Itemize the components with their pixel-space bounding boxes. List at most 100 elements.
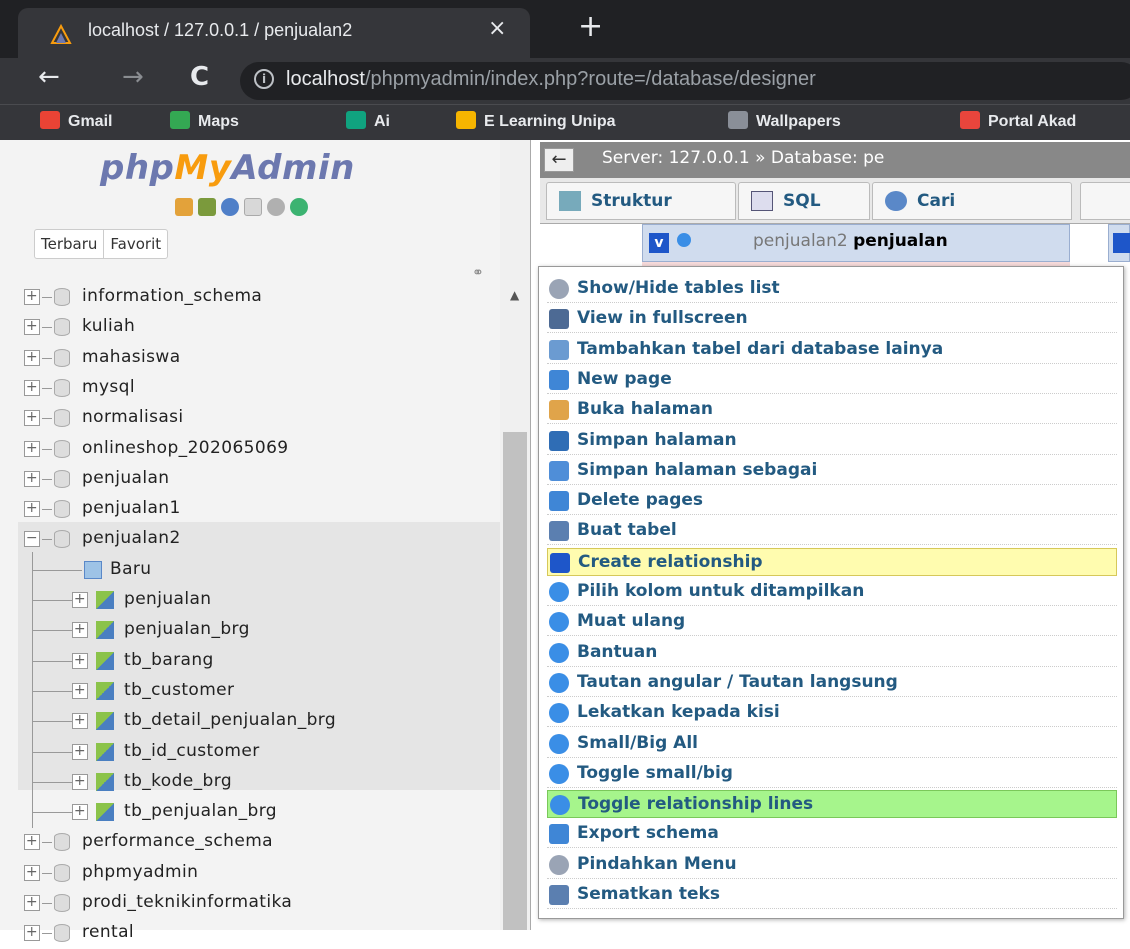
table-gear-icon[interactable] <box>677 233 691 247</box>
tree-db-performance_schema[interactable]: + performance_schema <box>0 828 500 858</box>
menu-item-small-big-all[interactable]: Small/Big All <box>547 730 1117 758</box>
table-toggle-button-2[interactable] <box>1113 233 1130 253</box>
menu-item-toggle-relationship-lines[interactable]: Toggle relationship lines <box>547 790 1117 819</box>
tree-db-penjualan2[interactable]: − penjualan2 <box>0 525 500 555</box>
tree-table-penjualan[interactable]: + penjualan <box>0 582 500 616</box>
menu-item-pindahkan-menu[interactable]: Pindahkan Menu <box>547 851 1117 879</box>
tree-db-normalisasi[interactable]: + normalisasi <box>0 404 500 434</box>
tree-table-tb_kode_brg[interactable]: + tb_kode_brg <box>0 763 500 798</box>
designer-table-header[interactable]: v penjualan2 penjualan <box>642 224 1070 262</box>
bookmark-gmail[interactable]: Gmail <box>40 111 112 135</box>
tab-sql[interactable]: SQL <box>738 182 870 220</box>
home-icon[interactable] <box>175 197 193 216</box>
menu-item-simpan-halaman[interactable]: Simpan halaman <box>547 427 1117 455</box>
menu-item-view-in-fullscreen[interactable]: View in fullscreen <box>547 305 1117 334</box>
expand-icon[interactable]: + <box>24 289 40 305</box>
tab-favorite[interactable]: Favorit <box>103 230 167 258</box>
menu-item-new-page[interactable]: New page <box>547 366 1117 394</box>
url-input[interactable]: i localhost/phpmyadmin/index.php?route=/… <box>240 62 1130 100</box>
tree-table-penjualan_brg[interactable]: + penjualan_brg <box>0 612 500 647</box>
tree-table-tb_penjualan_brg[interactable]: + tb_penjualan_brg <box>0 794 500 829</box>
tree-db-penjualan[interactable]: + penjualan <box>0 465 500 495</box>
tree-table-tb_barang[interactable]: + tb_barang <box>0 642 500 677</box>
menu-item-toggle-small-big[interactable]: Toggle small/big <box>547 760 1117 788</box>
tab-recent[interactable]: Terbaru <box>35 230 103 258</box>
db-name[interactable]: mysql <box>82 377 135 397</box>
new-table-link[interactable]: Baru <box>0 551 500 586</box>
expand-icon[interactable]: + <box>72 773 88 790</box>
table-name[interactable]: tb_detail_penjualan_brg <box>124 710 336 730</box>
reload-icon[interactable]: C <box>190 62 209 92</box>
tree-db-phpmyadmin[interactable]: + phpmyadmin <box>0 859 500 889</box>
link-with-main-icon[interactable]: ⚭ <box>472 265 484 281</box>
tree-db-kuliah[interactable]: + kuliah <box>0 313 500 343</box>
expand-icon[interactable]: + <box>24 349 40 366</box>
new-tab-button[interactable]: + <box>578 12 603 42</box>
tree-db-penjualan1[interactable]: + penjualan1 <box>0 495 500 525</box>
scroll-thumb[interactable] <box>503 432 527 930</box>
menu-item-muat-ulang[interactable]: Muat ulang <box>547 608 1117 637</box>
expand-icon[interactable]: + <box>24 864 40 881</box>
collapse-icon[interactable]: − <box>24 531 40 548</box>
table-name[interactable]: tb_customer <box>124 680 234 700</box>
bookmark-elearning[interactable]: E Learning Unipa <box>456 111 616 135</box>
menu-item-buat-tabel[interactable]: Buat tabel <box>547 517 1117 546</box>
db-name[interactable]: performance_schema <box>82 831 273 851</box>
expand-icon[interactable]: + <box>72 622 88 639</box>
menu-item-tautan-angular-tautan-langsung[interactable]: Tautan angular / Tautan langsung <box>547 669 1117 697</box>
menu-item-bantuan[interactable]: Bantuan <box>547 639 1117 667</box>
tab-search[interactable]: Cari <box>872 182 1072 220</box>
tab-more[interactable] <box>1080 182 1130 220</box>
table-name[interactable]: penjualan_brg <box>124 619 250 639</box>
expand-icon[interactable]: + <box>72 804 88 821</box>
db-name[interactable]: penjualan <box>82 468 169 488</box>
back-arrow-icon[interactable]: ← <box>38 62 60 92</box>
exit-icon[interactable] <box>198 197 216 216</box>
table-name[interactable]: penjualan <box>124 589 211 609</box>
bookmark-ai[interactable]: Ai <box>346 111 390 135</box>
menu-item-buka-halaman[interactable]: Buka halaman <box>547 396 1117 425</box>
bookmark-maps[interactable]: Maps <box>170 111 239 135</box>
db-name[interactable]: mahasiswa <box>82 347 181 367</box>
menu-item-tambahkan-tabel-dari-database-lainya[interactable]: Tambahkan tabel dari database lainya <box>547 336 1117 364</box>
db-name[interactable]: information_schema <box>82 286 262 306</box>
expand-icon[interactable]: + <box>72 743 88 760</box>
db-name[interactable]: phpmyadmin <box>82 862 198 882</box>
expand-icon[interactable]: + <box>24 470 40 487</box>
scroll-up-arrow-icon[interactable]: ▲ <box>510 288 519 302</box>
db-name[interactable]: onlineshop_202065069 <box>82 438 289 458</box>
menu-item-lekatkan-kepada-kisi[interactable]: Lekatkan kepada kisi <box>547 699 1117 728</box>
expand-icon[interactable]: + <box>24 895 40 911</box>
db-name[interactable]: penjualan2 <box>82 528 181 548</box>
menu-item-pilih-kolom-untuk-ditampilkan[interactable]: Pilih kolom untuk ditampilkan <box>547 578 1117 606</box>
menu-item-sematkan-teks[interactable]: Sematkan teks <box>547 881 1117 909</box>
db-name[interactable]: kuliah <box>82 316 135 336</box>
expand-icon[interactable]: + <box>24 834 40 851</box>
menu-item-show-hide-tables-list[interactable]: Show/Hide tables list <box>547 275 1117 303</box>
expand-icon[interactable]: + <box>24 925 40 942</box>
menu-item-simpan-halaman-sebagai[interactable]: Simpan halaman sebagai <box>547 457 1117 485</box>
db-name[interactable]: rental <box>82 922 134 942</box>
expand-icon[interactable]: + <box>24 379 40 396</box>
breadcrumb-text[interactable]: Server: 127.0.0.1 » Database: pe <box>602 148 884 168</box>
browser-tab[interactable]: localhost / 127.0.0.1 / penjualan2 × <box>18 8 530 58</box>
tree-db-prodi_teknikinformatika[interactable]: + prodi_teknikinformatika <box>0 889 500 919</box>
expand-icon[interactable]: + <box>72 713 88 730</box>
tree-db-information_schema[interactable]: + information_schema <box>0 283 500 313</box>
db-name[interactable]: penjualan1 <box>82 498 181 518</box>
table-toggle-button[interactable]: v <box>649 233 669 253</box>
table-name[interactable]: tb_barang <box>124 650 214 670</box>
tree-db-mysql[interactable]: + mysql <box>0 374 500 404</box>
site-info-icon[interactable]: i <box>254 69 274 89</box>
phpmyadmin-logo[interactable]: phpMyAdmin <box>100 148 355 188</box>
menu-item-create-relationship[interactable]: Create relationship <box>547 547 1117 576</box>
designer-table-header-2[interactable] <box>1108 224 1130 262</box>
tree-db-rental[interactable]: + rental <box>0 919 500 949</box>
expand-icon[interactable]: + <box>72 652 88 669</box>
tab-close-icon[interactable]: × <box>488 16 506 41</box>
forward-arrow-icon[interactable]: → <box>122 62 144 92</box>
gear-icon[interactable] <box>267 197 285 216</box>
reload-nav-icon[interactable] <box>290 197 308 216</box>
expand-icon[interactable]: + <box>24 319 40 336</box>
tree-table-tb_id_customer[interactable]: + tb_id_customer <box>0 733 500 768</box>
